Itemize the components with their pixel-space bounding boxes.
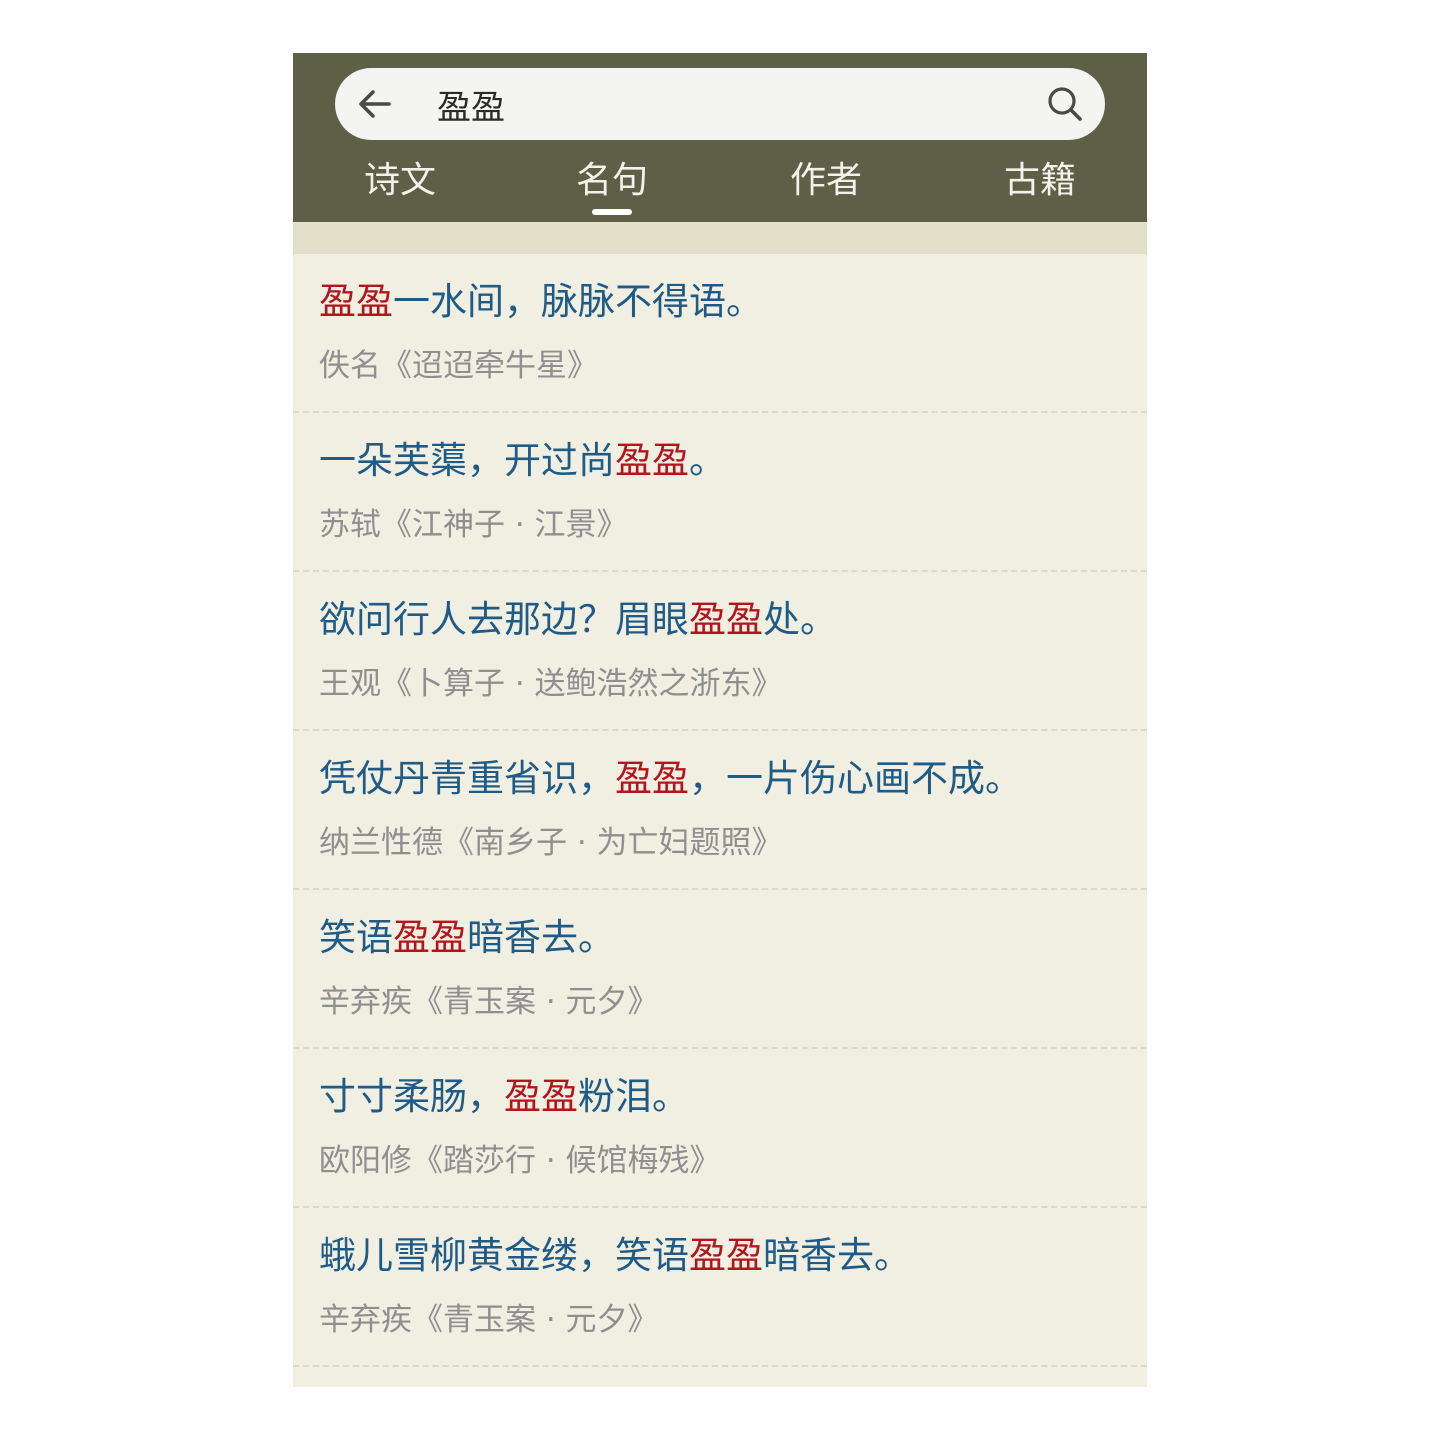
app-screen: 诗文 名句 作者 古籍 盈盈一水间，脉脉不得语。 佚名《迢迢牵牛星》 一朵芙蕖，… <box>293 53 1147 1387</box>
list-item[interactable]: 欲问行人去那边？眉眼盈盈处。 王观《卜算子 · 送鲍浩然之浙东》 <box>293 572 1147 731</box>
tab-poems[interactable]: 诗文 <box>330 155 470 215</box>
quote-highlight: 盈盈 <box>393 916 467 959</box>
quote-post: 一水间，脉脉不得语。 <box>393 280 763 323</box>
quote-highlight: 盈盈 <box>504 1075 578 1118</box>
quote-text: 蛾儿雪柳黄金缕，笑语盈盈暗香去。 <box>319 1236 911 1276</box>
list-item[interactable]: 寸寸柔肠，盈盈粉泪。 欧阳修《踏莎行 · 候馆梅残》 <box>293 1049 1147 1208</box>
list-item[interactable]: 凭仗丹青重省识，盈盈，一片伤心画不成。 纳兰性德《南乡子 · 为亡妇题照》 <box>293 731 1147 890</box>
list-item[interactable]: 盈盈一水间，脉脉不得语。 佚名《迢迢牵牛星》 <box>293 254 1147 413</box>
quote-text: 欲问行人去那边？眉眼盈盈处。 <box>319 600 837 640</box>
quote-text: 一朵芙蕖，开过尚盈盈。 <box>319 441 726 481</box>
quote-text: 凭仗丹青重省识，盈盈，一片伤心画不成。 <box>319 759 1022 799</box>
quote-post: 。 <box>689 439 726 482</box>
quote-source: 辛弃疾《青玉案 · 元夕》 <box>319 984 659 1020</box>
quote-source: 王观《卜算子 · 送鲍浩然之浙东》 <box>319 666 783 702</box>
tab-classics[interactable]: 古籍 <box>970 155 1110 215</box>
quote-pre: 凭仗丹青重省识， <box>319 757 615 800</box>
quote-text: 盈盈一水间，脉脉不得语。 <box>319 282 763 322</box>
quote-post: 粉泪。 <box>578 1075 689 1118</box>
search-icon <box>1048 87 1082 121</box>
quote-pre: 欲问行人去那边？眉眼 <box>319 598 689 641</box>
tab-label: 名句 <box>575 160 648 201</box>
quote-highlight: 盈盈 <box>615 439 689 482</box>
list-item[interactable]: 蛾儿雪柳黄金缕，笑语盈盈暗香去。 辛弃疾《青玉案 · 元夕》 <box>293 1208 1147 1367</box>
quote-highlight: 盈盈 <box>689 598 763 641</box>
tab-famous-lines[interactable]: 名句 <box>542 155 682 215</box>
quote-text: 寸寸柔肠，盈盈粉泪。 <box>319 1077 689 1117</box>
quote-source: 辛弃疾《青玉案 · 元夕》 <box>319 1302 659 1338</box>
arrow-left-icon <box>359 90 391 118</box>
quote-post: ，一片伤心画不成。 <box>689 757 1022 800</box>
back-button[interactable] <box>353 82 397 126</box>
list-item[interactable]: 笑语盈盈暗香去。 辛弃疾《青玉案 · 元夕》 <box>293 890 1147 1049</box>
quote-source: 苏轼《江神子 · 江景》 <box>319 507 628 543</box>
quote-pre: 一朵芙蕖，开过尚 <box>319 439 615 482</box>
search-input[interactable] <box>437 78 1017 130</box>
header-divider-strip <box>293 222 1147 254</box>
quote-text: 笑语盈盈暗香去。 <box>319 918 615 958</box>
search-bar <box>335 68 1105 140</box>
tab-bar: 诗文 名句 作者 古籍 <box>293 155 1147 222</box>
quote-highlight: 盈盈 <box>689 1234 763 1277</box>
quote-highlight: 盈盈 <box>319 280 393 323</box>
list-item[interactable]: 一朵芙蕖，开过尚盈盈。 苏轼《江神子 · 江景》 <box>293 413 1147 572</box>
quote-post: 暗香去。 <box>467 916 615 959</box>
tab-authors[interactable]: 作者 <box>756 155 896 215</box>
quote-pre: 寸寸柔肠， <box>319 1075 504 1118</box>
quote-source: 佚名《迢迢牵牛星》 <box>319 348 598 384</box>
results-list: 盈盈一水间，脉脉不得语。 佚名《迢迢牵牛星》 一朵芙蕖，开过尚盈盈。 苏轼《江神… <box>293 254 1147 1367</box>
quote-source: 欧阳修《踏莎行 · 候馆梅残》 <box>319 1143 721 1179</box>
quote-highlight: 盈盈 <box>615 757 689 800</box>
quote-pre: 笑语 <box>319 916 393 959</box>
header-bar: 诗文 名句 作者 古籍 <box>293 53 1147 222</box>
quote-post: 暗香去。 <box>763 1234 911 1277</box>
search-button[interactable] <box>1043 82 1087 126</box>
active-tab-indicator <box>592 209 632 215</box>
quote-source: 纳兰性德《南乡子 · 为亡妇题照》 <box>319 825 783 861</box>
quote-pre: 蛾儿雪柳黄金缕，笑语 <box>319 1234 689 1277</box>
quote-post: 处。 <box>763 598 837 641</box>
